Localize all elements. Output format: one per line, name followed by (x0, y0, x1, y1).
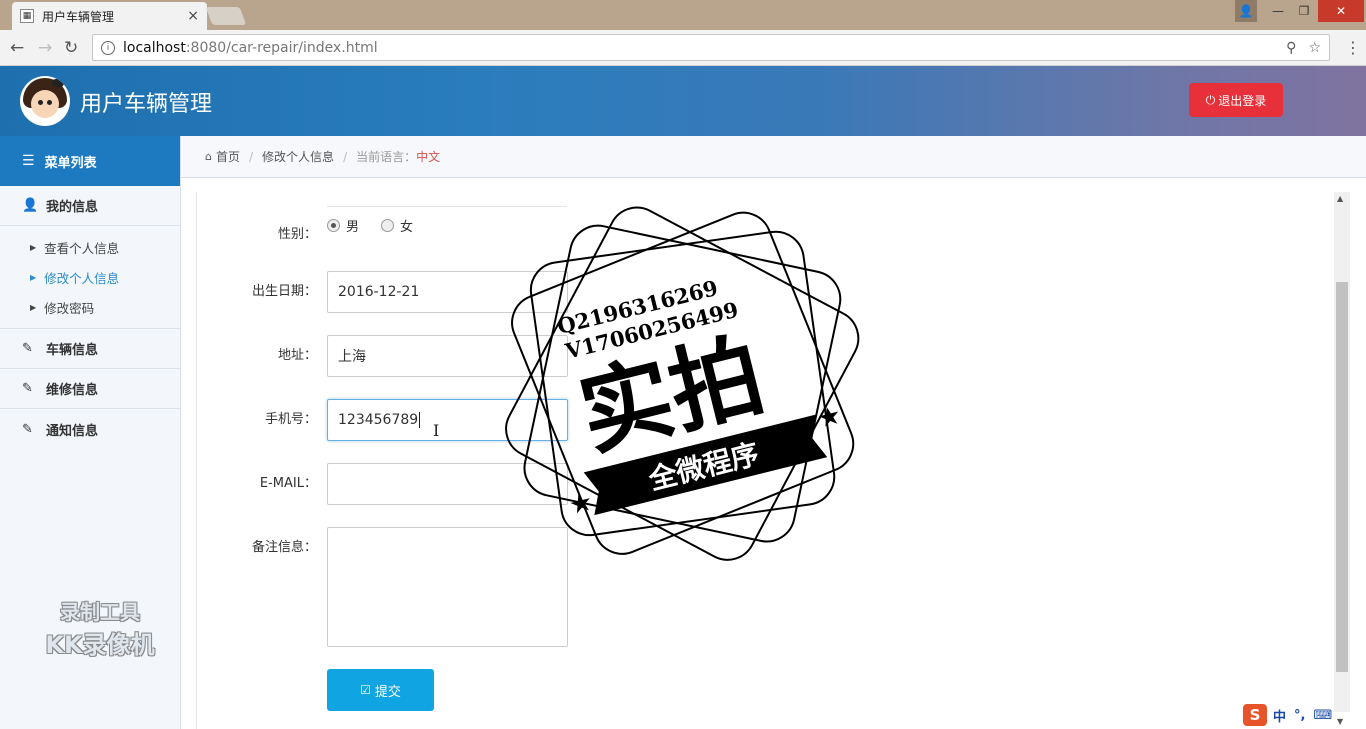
scroll-up-icon[interactable]: ▲ (1337, 194, 1343, 203)
key-icon[interactable]: ⚲ (1286, 40, 1296, 56)
sidebar-group-repair[interactable]: ✎ 维修信息 (0, 369, 180, 409)
sidebar-group-notice[interactable]: ✎ 通知信息 (0, 409, 180, 449)
text-caret (419, 412, 421, 428)
home-icon: ⌂ (205, 150, 212, 163)
recorder-watermark: 录制工具 KK录像机 (45, 600, 155, 659)
edit-icon: ✎ (22, 421, 33, 437)
sidebar-item-view-profile[interactable]: ▶ 查看个人信息 (0, 232, 180, 262)
back-icon[interactable]: ← (10, 38, 24, 58)
stamp-watermark: Q2196316269 V17060256499 实拍 全微程序 ★ ★ (505, 206, 860, 561)
avatar (20, 76, 70, 126)
breadcrumb-home[interactable]: 首页 (216, 148, 240, 165)
language-label: 当前语言： (356, 150, 417, 164)
maximize-button[interactable]: ❐ (1292, 0, 1316, 22)
address-bar-row: ← → ↻ i localhost:8080/car-repair/index.… (0, 30, 1366, 66)
url-text: localhost:8080/car-repair/index.html (123, 39, 378, 56)
bookmark-star-icon[interactable]: ☆ (1308, 40, 1321, 56)
minimize-button[interactable]: — (1266, 0, 1290, 22)
check-square-icon: ☑ (360, 683, 371, 697)
keyboard-icon[interactable]: ⌨ (1313, 708, 1332, 723)
tab-title: 用户车辆管理 (42, 9, 115, 24)
edit-icon: ✎ (22, 381, 33, 396)
ibeam-cursor-icon: I (433, 421, 440, 440)
sidebar-group-vehicle[interactable]: ✎ 车辆信息 (0, 329, 180, 369)
power-icon: ⏻ (1205, 92, 1216, 107)
ime-punct[interactable]: °, (1294, 708, 1305, 723)
browser-tab[interactable]: ▦ 用户车辆管理 × (12, 2, 207, 30)
new-tab-button[interactable] (205, 7, 247, 25)
radio-selected-icon (327, 219, 340, 232)
page-scrollbar[interactable]: ▲ ▼ (1334, 192, 1350, 726)
caret-right-icon: ▶ (30, 272, 37, 282)
radio-icon (381, 219, 394, 232)
sogou-logo-icon: S (1243, 704, 1267, 726)
logout-button[interactable]: ⏻ 退出登录 (1189, 83, 1283, 117)
breadcrumb: ⌂ 首页 / 修改个人信息 / 当前语言： 中文 (181, 136, 1366, 178)
sidebar-group-my-info[interactable]: 👤 我的信息 (0, 186, 180, 226)
remark-label: 备注信息： (251, 540, 317, 555)
user-icon: 👤 (22, 198, 39, 213)
phone-label: 手机号： (264, 412, 317, 427)
edit-icon: ✎ (22, 341, 33, 356)
caret-right-icon: ▶ (30, 302, 37, 312)
forward-icon[interactable]: → (38, 38, 52, 58)
gender-radio-male[interactable]: 男 (327, 216, 359, 235)
ime-mode[interactable]: 中 (1273, 706, 1286, 725)
ime-toolbar[interactable]: S 中 °, ⌨ (1243, 703, 1363, 727)
browser-tabbar: ▦ 用户车辆管理 × 👤 — ❐ ✕ (0, 0, 1366, 30)
browser-menu-icon[interactable]: ⋮ (1345, 38, 1361, 57)
reload-icon[interactable]: ↻ (64, 38, 78, 58)
address-label: 地址： (277, 348, 317, 363)
birth-label: 出生日期： (251, 284, 317, 299)
tab-close-icon[interactable]: × (187, 8, 199, 24)
app-title: 用户车辆管理 (80, 92, 213, 117)
breadcrumb-current: 修改个人信息 (262, 150, 335, 164)
language-value[interactable]: 中文 (416, 148, 440, 165)
sidebar-item-edit-profile[interactable]: ▶ 修改个人信息 (0, 262, 180, 292)
sidebar-menu-title: ☰ 菜单列表 (0, 136, 180, 186)
sidebar-item-change-password[interactable]: ▶ 修改密码 (0, 292, 180, 322)
submit-button[interactable]: ☑ 提交 (327, 669, 434, 711)
list-icon: ☰ (22, 153, 35, 169)
scrollbar-thumb[interactable] (1336, 282, 1348, 672)
profile-icon[interactable]: 👤 (1235, 0, 1257, 22)
close-window-button[interactable]: ✕ (1318, 0, 1364, 22)
breadcrumb-separator: / (249, 149, 254, 164)
gender-radio-female[interactable]: 女 (381, 216, 413, 235)
favicon-icon: ▦ (20, 9, 34, 23)
site-info-icon[interactable]: i (101, 40, 115, 55)
logout-label: 退出登录 (1218, 93, 1267, 108)
sidebar-submenu: ▶ 查看个人信息 ▶ 修改个人信息 ▶ 修改密码 (0, 226, 180, 329)
url-input[interactable]: i localhost:8080/car-repair/index.html ⚲… (92, 34, 1330, 61)
breadcrumb-separator: / (343, 149, 348, 164)
caret-right-icon: ▶ (30, 242, 37, 252)
email-label: E-MAIL： (259, 476, 317, 491)
app-header: 用户车辆管理 ⏻ 退出登录 (0, 66, 1366, 136)
gender-label: 性别： (277, 227, 317, 242)
